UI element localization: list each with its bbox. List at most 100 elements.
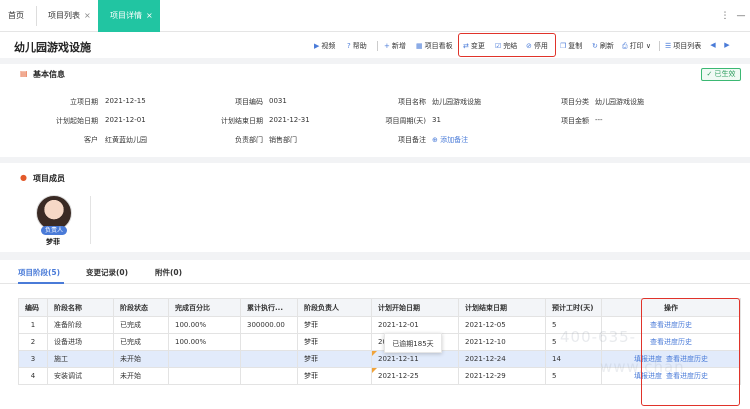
cell-status: 已完成 bbox=[113, 316, 169, 334]
column-header: 完成百分比 bbox=[168, 298, 241, 317]
cell-name: 设备进场 bbox=[47, 333, 114, 351]
overdue-marker bbox=[372, 368, 377, 373]
cell-name: 施工 bbox=[47, 350, 114, 368]
cell-end: 2021-12-10 bbox=[458, 333, 546, 351]
copy-button[interactable]: ❐ 复制 bbox=[560, 40, 582, 52]
member-name: 梦菲 bbox=[46, 238, 60, 246]
overdue-marker bbox=[372, 351, 377, 356]
highlight-box-operations bbox=[641, 298, 740, 406]
divider bbox=[0, 157, 750, 163]
value-customer: 红黄蓝幼儿园 bbox=[105, 136, 147, 144]
more-icon[interactable]: ⋮ bbox=[718, 0, 732, 32]
label-project-amount: 项目金额 bbox=[561, 117, 589, 125]
value-department: 销售部门 bbox=[269, 136, 297, 144]
print-icon: ⎙ bbox=[622, 42, 628, 50]
label-department: 负责部门 bbox=[235, 136, 263, 144]
cell-amount bbox=[240, 367, 298, 385]
cell-days: 5 bbox=[545, 367, 602, 385]
cell-end: 2021-12-05 bbox=[458, 316, 546, 334]
tab-project-stages[interactable]: 项目阶段(5) bbox=[18, 267, 60, 278]
change-button[interactable]: ⇄ 变更 bbox=[463, 40, 485, 52]
close-icon[interactable]: × bbox=[146, 11, 153, 20]
project-list-button[interactable]: ☰ 项目列表 bbox=[665, 40, 701, 52]
cell-name: 安装调试 bbox=[47, 367, 114, 385]
tab-project-list-label: 项目列表 bbox=[48, 11, 80, 20]
label-customer: 客户 bbox=[84, 136, 98, 144]
tab-project-list[interactable]: 项目列表 × bbox=[48, 0, 96, 32]
column-header: 阶段状态 bbox=[113, 298, 169, 317]
tab-attachments[interactable]: 附件(0) bbox=[155, 267, 182, 278]
prev-arrow-icon[interactable]: ◀ bbox=[708, 40, 718, 51]
active-tab-indicator bbox=[18, 282, 64, 284]
page-title: 幼儿园游戏设施 bbox=[14, 41, 91, 54]
column-header: 累计执行... bbox=[240, 298, 298, 317]
help-button[interactable]: ? 帮助 bbox=[347, 40, 367, 52]
tab-project-detail-label: 项目详情 bbox=[110, 11, 142, 20]
next-arrow-icon[interactable]: ▶ bbox=[722, 40, 732, 51]
video-button[interactable]: ▶ 视频 bbox=[314, 40, 335, 52]
cell-code: 2 bbox=[18, 333, 48, 351]
cell-name: 准备阶段 bbox=[47, 316, 114, 334]
finish-button[interactable]: ☑ 完结 bbox=[495, 40, 517, 52]
plus-icon: + bbox=[384, 42, 390, 50]
overdue-tooltip: 已逾期185天 bbox=[384, 333, 442, 353]
cell-amount: 300000.00 bbox=[240, 316, 298, 334]
board-icon: ▦ bbox=[416, 42, 423, 50]
close-icon[interactable]: × bbox=[84, 11, 91, 20]
divider bbox=[90, 196, 91, 244]
add-circle-icon: ⊕ bbox=[432, 136, 438, 144]
project-board-button[interactable]: ▦ 项目看板 bbox=[416, 40, 453, 52]
divider bbox=[0, 252, 750, 260]
watermark: www.chan bbox=[600, 358, 685, 376]
stop-icon: ⊘ bbox=[526, 42, 532, 50]
cell-owner: 梦菲 bbox=[297, 333, 372, 351]
page-header: 幼儿园游戏设施 ▶ 视频 ? 帮助 + 新增 ▦ 项目看板 ⇄ 变更 ☑ 完结 ⊘ 停用 ❐ 复… bbox=[0, 32, 750, 58]
refresh-button[interactable]: ↻ 刷新 bbox=[592, 40, 614, 52]
chevron-down-icon: ∨ bbox=[645, 42, 651, 50]
cell-end: 2021-12-29 bbox=[458, 367, 546, 385]
table-header-row: 编码 阶段名称 阶段状态 完成百分比 累计执行... 阶段负责人 计划开始日期 … bbox=[18, 298, 741, 317]
cell-end: 2021-12-24 bbox=[458, 350, 546, 368]
list-icon: ☰ bbox=[665, 42, 672, 50]
print-button[interactable]: ⎙ 打印 ∨ bbox=[622, 40, 651, 52]
cell-start: 2021-12-25 bbox=[371, 367, 459, 385]
info-icon: ▤ bbox=[20, 69, 28, 78]
cell-owner: 梦菲 bbox=[297, 316, 372, 334]
watermark: 400-635- bbox=[560, 328, 637, 346]
label-project-name: 项目名称 bbox=[398, 98, 426, 106]
label-establish-date: 立项日期 bbox=[70, 98, 98, 106]
value-plan-end: 2021-12-31 bbox=[269, 116, 310, 124]
check-icon: ☑ bbox=[495, 42, 502, 50]
help-icon: ? bbox=[347, 42, 351, 50]
cell-status: 已完成 bbox=[113, 333, 169, 351]
minimize-icon[interactable]: — bbox=[734, 0, 748, 32]
column-header: 计划开始日期 bbox=[371, 298, 459, 317]
cell-start: 2021-12-01 bbox=[371, 316, 459, 334]
play-icon: ▶ bbox=[314, 42, 320, 50]
tab-change-records[interactable]: 变更记录(0) bbox=[86, 267, 128, 278]
tab-home[interactable]: 首页 bbox=[8, 0, 38, 32]
add-button[interactable]: + 新增 bbox=[384, 40, 406, 52]
value-project-amount: --- bbox=[595, 116, 603, 124]
tab-home-label: 首页 bbox=[8, 11, 24, 20]
cell-status: 未开始 bbox=[113, 350, 169, 368]
cell-amount bbox=[240, 350, 298, 368]
cell-code: 3 bbox=[18, 350, 48, 368]
swap-icon: ⇄ bbox=[463, 42, 469, 50]
tab-bar: 首页 项目列表 × 项目详情 × ⋮ — bbox=[0, 0, 750, 32]
cell-percent: 100.00% bbox=[168, 316, 241, 334]
add-note-link[interactable]: ⊕ 添加备注 bbox=[432, 135, 468, 145]
tab-project-detail[interactable]: 项目详情 × bbox=[98, 0, 160, 32]
value-project-category: 幼儿园游戏设施 bbox=[595, 98, 644, 106]
label-project-period: 项目周期(天) bbox=[385, 117, 426, 125]
status-badge: ✓ 已生效 bbox=[701, 68, 741, 81]
value-establish-date: 2021-12-15 bbox=[105, 97, 146, 105]
cell-owner: 梦菲 bbox=[297, 350, 372, 368]
label-project-note: 项目备注 bbox=[398, 136, 426, 144]
cell-days: 14 bbox=[545, 350, 602, 368]
user-icon: ● bbox=[20, 173, 27, 182]
disable-button[interactable]: ⊘ 停用 bbox=[526, 40, 548, 52]
value-project-name: 幼儿园游戏设施 bbox=[432, 98, 481, 106]
column-header: 编码 bbox=[18, 298, 48, 317]
cell-owner: 梦菲 bbox=[297, 367, 372, 385]
